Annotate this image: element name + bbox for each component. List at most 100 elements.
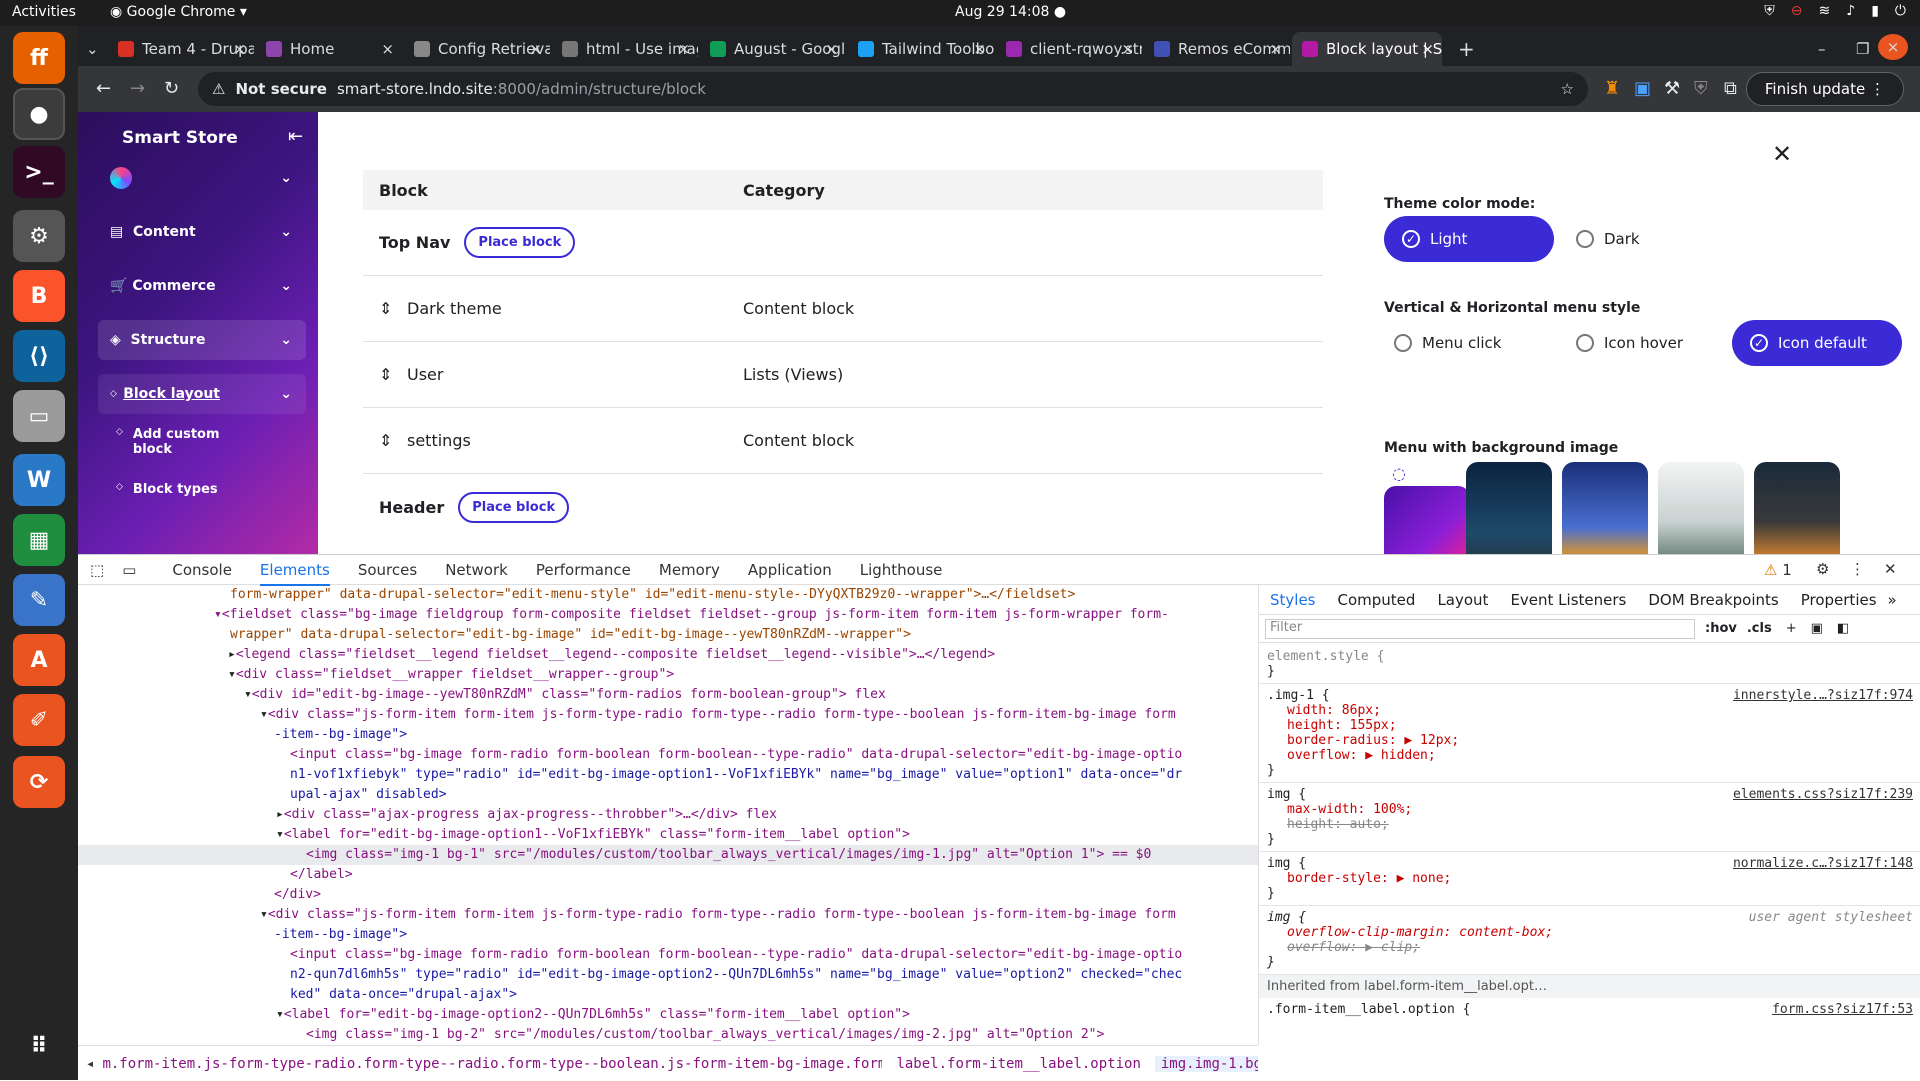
theme-dark-radio[interactable]: Dark	[1558, 216, 1708, 262]
browser-tab[interactable]: Home ×	[256, 32, 402, 66]
dom-line[interactable]: ▾<div class="js-form-item form-item js-f…	[78, 905, 1258, 925]
dom-line[interactable]: </label>	[78, 865, 1258, 885]
expand-triangle-icon[interactable]: ▾	[244, 687, 252, 702]
terminal-icon[interactable]: >_	[13, 146, 65, 198]
tab-memory[interactable]: Memory	[659, 561, 720, 579]
back-icon[interactable]: ←	[96, 78, 111, 99]
dom-line[interactable]: n2-qun7dl6mh5s" type="radio" id="edit-bg…	[78, 965, 1258, 985]
dom-line[interactable]: n1-vof1xfiebyk" type="radio" id="edit-bg…	[78, 765, 1258, 785]
warning-badge[interactable]: ⚠ 1	[1764, 561, 1792, 579]
close-icon[interactable]: ×	[825, 40, 838, 58]
breadcrumb-item[interactable]: img.img-1.bg-1	[1154, 1055, 1258, 1072]
style-rule[interactable]: normalize.c…?siz17f:148 img { border-sty…	[1259, 852, 1920, 906]
rule-property[interactable]: height: 155px;	[1267, 718, 1913, 733]
rule-source-link[interactable]: normalize.c…?siz17f:148	[1733, 856, 1913, 871]
bg-image-option-5[interactable]	[1754, 462, 1840, 554]
software-icon[interactable]: A	[13, 634, 65, 686]
extension-icon[interactable]: ♜	[1604, 78, 1620, 99]
tab-elements[interactable]: Elements	[259, 561, 330, 586]
extension-icon[interactable]: ⚒	[1664, 78, 1680, 99]
browser-tab[interactable]: Tailwind Toolbo ×	[848, 32, 994, 66]
close-icon[interactable]: ✕	[1772, 140, 1792, 168]
expand-triangle-icon[interactable]: ▾	[276, 827, 284, 842]
vscode-icon[interactable]: ⟨⟩	[13, 330, 65, 382]
close-icon[interactable]: ×	[529, 40, 542, 58]
dom-line[interactable]: wrapper" data-drupal-selector="edit-bg-i…	[78, 625, 1258, 645]
sidebar-subitem-add-custom-block[interactable]: ◇ Add custom block	[116, 427, 236, 457]
close-icon[interactable]: ×	[1269, 40, 1282, 58]
browser-tab[interactable]: Remos eComme ×	[1144, 32, 1290, 66]
drag-handle-icon[interactable]: ⇕	[379, 365, 407, 384]
finish-update-button[interactable]: Finish update ⋮	[1745, 72, 1904, 106]
dom-line[interactable]: ked" data-once="drupal-ajax">	[78, 985, 1258, 1005]
rule-property[interactable]: overflow-clip-margin: content-box;	[1267, 925, 1913, 940]
tab-event-listeners[interactable]: Event Listeners	[1510, 591, 1626, 609]
rule-property[interactable]: width: 86px;	[1267, 703, 1913, 718]
window-close-button[interactable]: ×	[1878, 34, 1908, 60]
collapse-menu-icon[interactable]: ⇤	[288, 126, 303, 147]
drag-handle-icon[interactable]: ⇕	[379, 431, 407, 450]
show-apps-icon[interactable]: ⠿	[13, 1020, 65, 1072]
sidebar-logo-item[interactable]: ⌄	[98, 158, 306, 198]
dom-line[interactable]: <input class="bg-image form-radio form-b…	[78, 745, 1258, 765]
expand-triangle-icon[interactable]: ▾	[214, 607, 222, 622]
writer-icon[interactable]: W	[13, 454, 65, 506]
style-rule[interactable]: user agent stylesheet img { overflow-cli…	[1259, 906, 1920, 975]
menu-click-radio[interactable]: Menu click	[1376, 320, 1536, 366]
sidebar-subitem-block-types[interactable]: ◇ Block types	[116, 482, 218, 497]
style-rule[interactable]: element.style { }	[1259, 645, 1920, 684]
tab-console[interactable]: Console	[172, 561, 232, 579]
files-icon[interactable]: ▭	[13, 390, 65, 442]
dom-line[interactable]: <input class="bg-image form-radio form-b…	[78, 945, 1258, 965]
hov-toggle[interactable]: :hov	[1705, 621, 1737, 636]
cls-toggle[interactable]: .cls	[1747, 621, 1772, 636]
breadcrumb-item[interactable]: m.form-item.js-form-type-radio.form-type…	[102, 1056, 882, 1072]
expand-triangle-icon[interactable]: ▸	[276, 807, 284, 822]
browser-tab-active[interactable]: Block layout | S ×	[1292, 32, 1442, 66]
breadcrumb-item[interactable]: label.form-item__label.option	[896, 1056, 1140, 1072]
forward-icon[interactable]: →	[130, 78, 145, 99]
sidebar-item-content[interactable]: ▤ Content ⌄	[98, 212, 306, 252]
close-devtools-icon[interactable]: ✕	[1884, 560, 1897, 578]
sidebar-subitem-block-layout[interactable]: ◇ Block layout ⌄	[98, 374, 306, 414]
dom-line[interactable]: ▾<fieldset class="bg-image fieldgroup fo…	[78, 605, 1258, 625]
rule-property-overridden[interactable]: height: auto;	[1267, 817, 1913, 832]
drag-handle-icon[interactable]: ⇕	[379, 299, 407, 318]
close-icon[interactable]: ×	[973, 40, 986, 58]
style-rule[interactable]: elements.css?siz17f:239 img { max-width:…	[1259, 783, 1920, 852]
browser-tab[interactable]: August - Google ×	[700, 32, 846, 66]
more-tabs-icon[interactable]: »	[1888, 591, 1897, 609]
breadcrumb-arrow-left-icon[interactable]: ◂	[86, 1056, 94, 1072]
tab-application[interactable]: Application	[748, 561, 832, 579]
minimize-button[interactable]: –	[1808, 32, 1834, 66]
gear-icon[interactable]: ⚙	[1816, 560, 1829, 578]
tab-computed[interactable]: Computed	[1338, 591, 1416, 609]
expand-triangle-icon[interactable]: ▾	[260, 907, 268, 922]
tab-lighthouse[interactable]: Lighthouse	[860, 561, 943, 579]
dom-line[interactable]: ▾<div class="js-form-item form-item js-f…	[78, 705, 1258, 725]
tab-network[interactable]: Network	[445, 561, 508, 579]
dom-line[interactable]: ▸<legend class="fieldset__legend fieldse…	[78, 645, 1258, 665]
dom-line[interactable]: <img class="img-1 bg-2" src="/modules/cu…	[78, 1025, 1258, 1045]
update-icon[interactable]: ⟳	[13, 756, 65, 808]
extension-icon[interactable]: ⛨	[1694, 78, 1708, 99]
dom-line[interactable]: -item--bg-image">	[78, 925, 1258, 945]
dom-line[interactable]: ▸<div class="ajax-progress ajax-progress…	[78, 805, 1258, 825]
new-tab-button[interactable]: +	[1448, 32, 1478, 66]
rule-property[interactable]: border-style: ▶ none;	[1267, 871, 1913, 886]
bookmark-star-icon[interactable]: ☆	[1561, 80, 1574, 98]
close-icon[interactable]: ×	[1421, 40, 1434, 58]
device-toolbar-icon[interactable]: ▭	[122, 561, 136, 579]
close-icon[interactable]: ×	[233, 40, 246, 58]
rule-property[interactable]: overflow: ▶ hidden;	[1267, 748, 1913, 763]
bg-image-option-1[interactable]	[1384, 486, 1470, 554]
extensions-puzzle-icon[interactable]: ⧉	[1724, 78, 1737, 99]
browser-tab[interactable]: client-rqwoy.str ×	[996, 32, 1142, 66]
dom-tree[interactable]: form-wrapper" data-drupal-selector="edit…	[78, 585, 1258, 1045]
add-rule-icon[interactable]: +	[1786, 621, 1797, 636]
maximize-button[interactable]: ❐	[1846, 32, 1872, 66]
sidebar-toggle-icon[interactable]: ◧	[1837, 621, 1849, 636]
dom-line[interactable]: ▾<div class="fieldset__wrapper fieldset_…	[78, 665, 1258, 685]
rule-source-link[interactable]: elements.css?siz17f:239	[1733, 787, 1913, 802]
settings-icon[interactable]: ⚙	[13, 210, 65, 262]
